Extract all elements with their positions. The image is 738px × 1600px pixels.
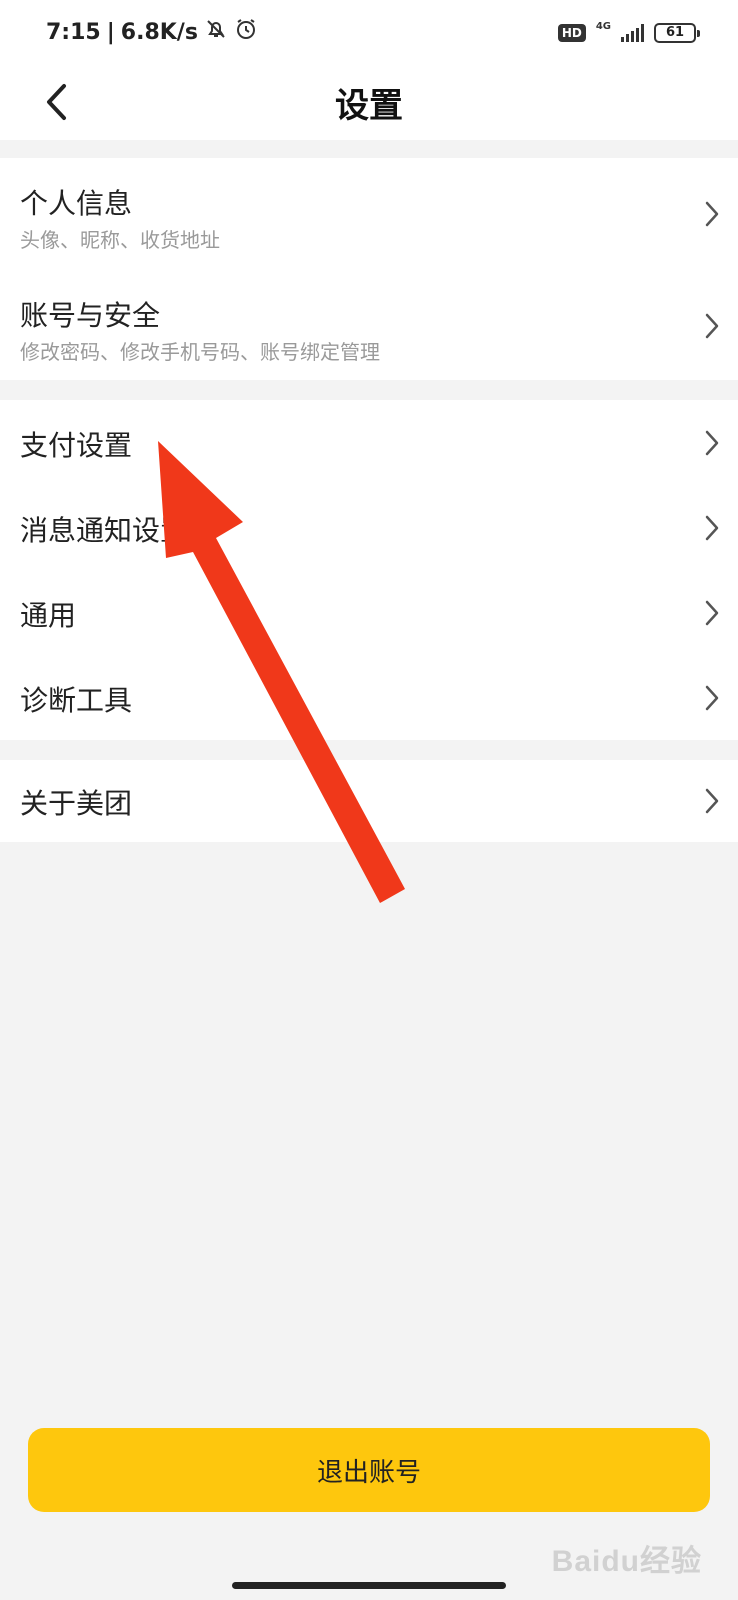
settings-item-personal-info[interactable]: 个人信息 头像、昵称、收货地址 [0,158,738,270]
item-title: 支付设置 [20,429,133,462]
chevron-right-icon [705,515,719,541]
item-subtitle: 头像、昵称、收货地址 [20,228,220,252]
watermark: Baidu经验 [551,1545,702,1578]
item-title: 诊断工具 [20,684,133,717]
status-right: HD 4G 61 [557,18,700,48]
home-indicator[interactable] [232,1582,506,1589]
nav-header: 设置 [0,64,738,140]
status-network-speed: 6.8K/s [120,19,198,45]
item-title: 消息通知设置 [20,514,189,547]
settings-group-about: 关于美团 [0,760,738,842]
status-separator: | [106,19,115,45]
chevron-right-icon [705,600,719,626]
settings-item-account-security[interactable]: 账号与安全 修改密码、修改手机号码、账号绑定管理 [0,270,738,380]
chevron-right-icon [705,685,719,711]
settings-group-general: 支付设置 消息通知设置 通用 诊断工具 [0,400,738,740]
network-type: 4G [595,20,611,32]
settings-item-diagnostics[interactable]: 诊断工具 [0,655,738,740]
status-left: 7:15 | 6.8K/s [46,16,258,48]
item-subtitle: 修改密码、修改手机号码、账号绑定管理 [20,340,380,364]
settings-group-account: 个人信息 头像、昵称、收货地址 账号与安全 修改密码、修改手机号码、账号绑定管理 [0,158,738,380]
status-bar: 7:15 | 6.8K/s HD 4G 61 [0,0,738,64]
logout-label: 退出账号 [316,1457,421,1488]
hd-badge: HD [557,24,586,42]
battery-level: 61 [665,25,685,40]
item-title: 个人信息 [20,187,133,220]
chevron-right-icon [705,201,719,227]
settings-item-notifications[interactable]: 消息通知设置 [0,485,738,570]
battery-icon: 61 [654,23,700,43]
alarm-clock-icon [234,17,258,47]
mute-bell-icon [204,17,228,47]
chevron-right-icon [705,788,719,814]
item-title: 账号与安全 [20,299,161,332]
settings-item-about[interactable]: 关于美团 [0,760,738,842]
status-time: 7:15 [46,19,101,45]
item-title: 通用 [20,599,77,632]
chevron-right-icon [705,313,719,339]
signal-strength-icon [621,24,644,42]
chevron-right-icon [705,430,719,456]
logout-button[interactable]: 退出账号 [28,1428,710,1512]
page-title: 设置 [335,86,403,126]
settings-item-payment[interactable]: 支付设置 [0,400,738,485]
settings-item-general[interactable]: 通用 [0,570,738,655]
item-title: 关于美团 [20,787,133,820]
